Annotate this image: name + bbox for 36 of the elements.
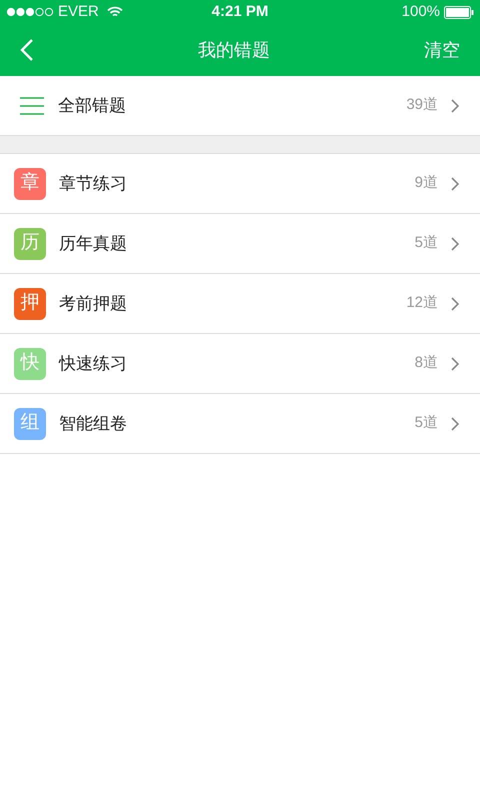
category-badge: 历 [14,228,46,260]
item-label: 全部错题 [58,94,127,117]
list-item[interactable]: 押 考前押题 12道 [0,274,480,334]
item-count: 12道 [406,293,438,314]
chevron-right-icon [450,98,460,114]
category-badge: 押 [14,288,46,320]
item-count: 8道 [414,353,438,374]
list-item[interactable]: 章 章节练习 9道 [0,154,480,214]
carrier-name: EVER [58,2,99,22]
item-count: 39道 [406,95,438,116]
category-badge: 组 [14,408,46,440]
item-label: 快速练习 [59,352,128,375]
item-count: 9道 [414,173,438,194]
chevron-right-icon [450,236,460,252]
signal-icon [6,7,54,17]
category-badge: 快 [14,348,46,380]
menu-icon [20,96,44,114]
category-badge: 章 [14,168,46,200]
chevron-right-icon [450,296,460,312]
chevron-right-icon [450,356,460,372]
battery-icon [444,6,474,18]
clock-time: 4:21 PM [212,2,268,22]
battery-percent: 100% [402,2,440,22]
list-item[interactable]: 快 快速练习 8道 [0,334,480,394]
page-title: 我的错题 [197,38,271,62]
item-count: 5道 [414,233,438,254]
item-count: 5道 [414,413,438,434]
list-item[interactable]: 历 历年真题 5道 [0,214,480,274]
chevron-right-icon [450,416,460,432]
wifi-icon [106,6,123,18]
item-label: 考前押题 [59,292,128,315]
item-label: 章节练习 [59,172,128,195]
chevron-right-icon [450,176,460,192]
list-item[interactable]: 组 智能组卷 5道 [0,394,480,454]
item-label: 智能组卷 [59,412,128,435]
item-label: 历年真题 [59,232,128,255]
